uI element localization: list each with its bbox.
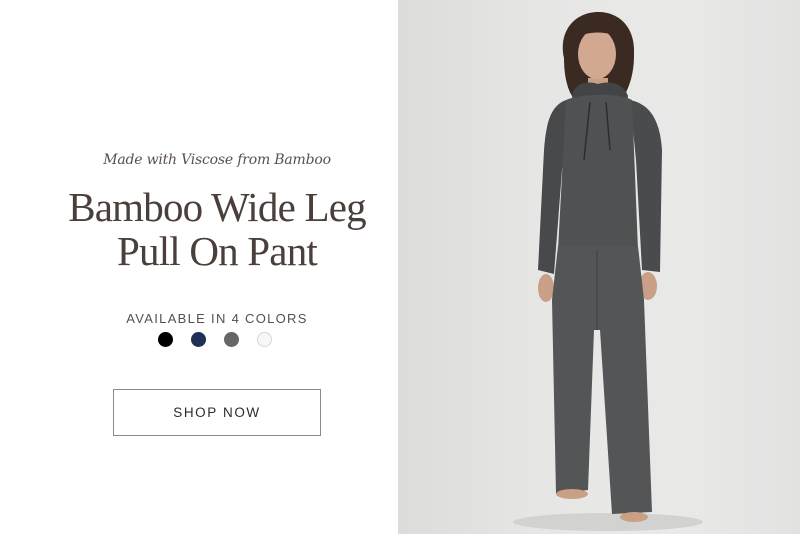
floor-shadow <box>513 513 703 531</box>
model-left-foot <box>556 489 588 499</box>
model-right-foot <box>620 512 648 522</box>
swatch-navy[interactable] <box>191 332 206 347</box>
swatch-black[interactable] <box>158 332 173 347</box>
hoodie-body <box>558 94 638 250</box>
model-photo <box>513 12 703 531</box>
wide-leg-pant <box>552 246 652 514</box>
hero-eyebrow: Made with Viscose from Bamboo <box>103 152 331 168</box>
swatch-charcoal[interactable] <box>224 332 239 347</box>
hero-title-line-1: Bamboo Wide Leg <box>68 184 366 230</box>
hero-title: Bamboo Wide Leg Pull On Pant <box>0 185 434 273</box>
hero-text-panel: Made with Viscose from Bamboo Bamboo Wid… <box>0 0 398 534</box>
model-face <box>578 29 616 79</box>
shop-now-button[interactable]: SHOP NOW <box>113 389 321 436</box>
hero-title-line-2: Pull On Pant <box>117 228 318 274</box>
available-colors-label: AVAILABLE IN 4 COLORS <box>126 311 308 326</box>
model-left-hand <box>538 274 554 302</box>
product-image <box>398 0 800 534</box>
swatch-white[interactable] <box>257 332 272 347</box>
color-swatches <box>158 332 272 348</box>
